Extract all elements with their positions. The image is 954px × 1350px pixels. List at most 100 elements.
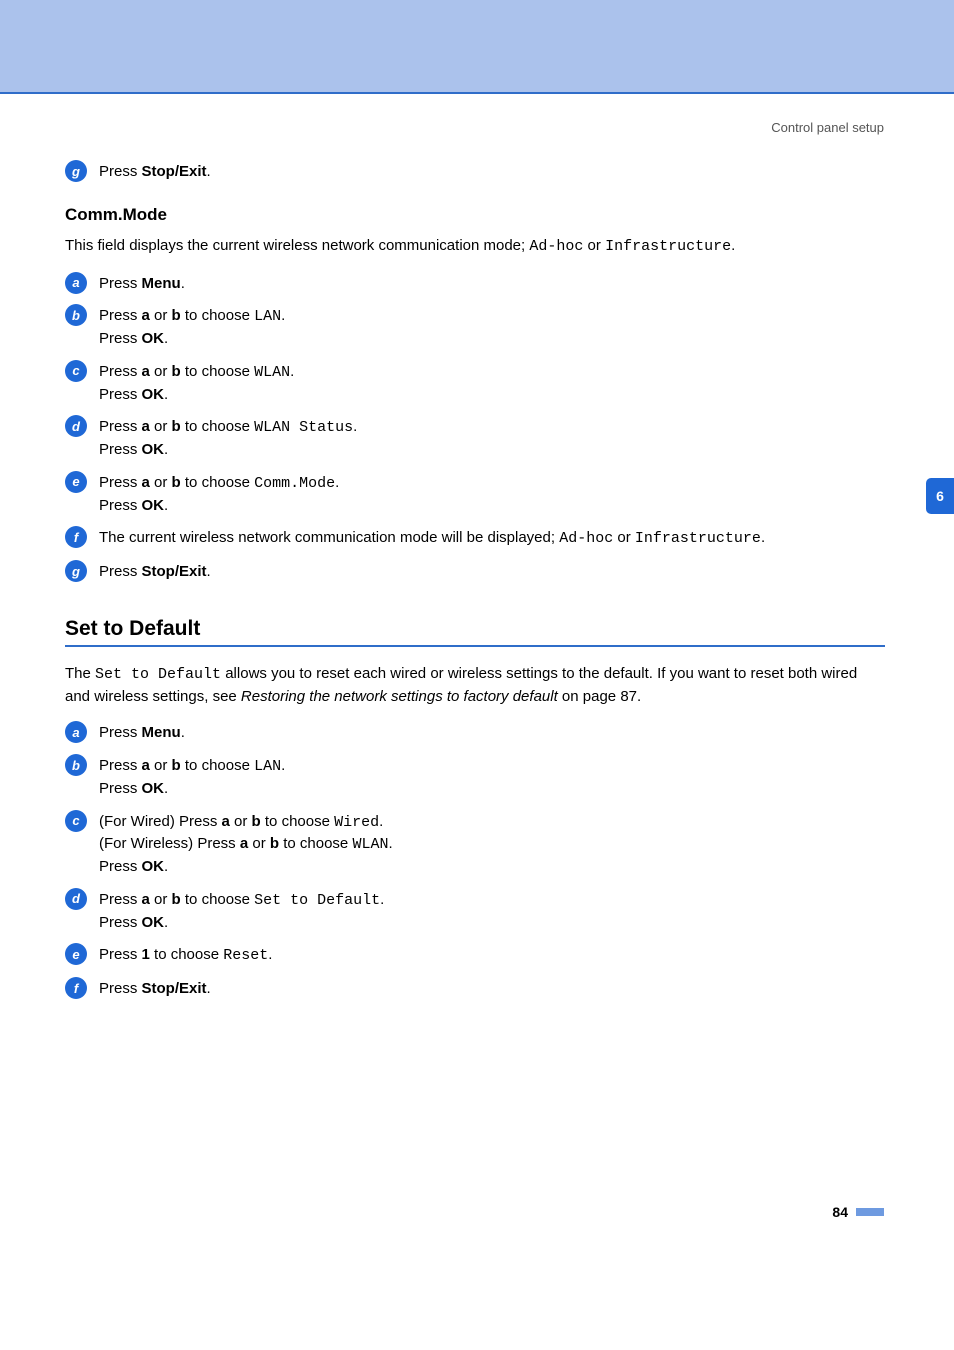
text: Press — [99, 858, 142, 875]
text: . — [207, 980, 211, 997]
step-text: Press Menu. — [99, 272, 885, 295]
up-arrow-icon: a — [142, 474, 150, 491]
text: or — [150, 307, 172, 324]
up-arrow-icon: a — [142, 418, 150, 435]
mono-text: Infrastructure — [635, 530, 761, 547]
step-badge: f — [65, 977, 87, 999]
text: . — [281, 757, 285, 774]
ok-label: OK — [142, 497, 165, 514]
step-badge: a — [65, 721, 87, 743]
text: . — [379, 813, 383, 830]
step-text: Press 1 to choose Reset. — [99, 943, 885, 967]
up-arrow-icon: a — [142, 891, 150, 908]
comm-step-4: d Press a or b to choose WLAN Status. Pr… — [65, 415, 885, 461]
xref-link[interactable]: Restoring the network settings to factor… — [241, 688, 558, 705]
text: to choose — [181, 474, 254, 491]
mono-text: Set to Default — [95, 666, 221, 683]
text: to choose — [150, 946, 223, 963]
text: . — [181, 275, 185, 292]
text: . — [164, 780, 168, 797]
text: Press — [99, 891, 142, 908]
default-step-4: d Press a or b to choose Set to Default.… — [65, 888, 885, 934]
text: or — [248, 835, 270, 852]
step-text: The current wireless network communicati… — [99, 526, 885, 550]
step-prev-7: g Press Stop/Exit. — [65, 160, 885, 183]
heading-comm-mode: Comm.Mode — [65, 205, 885, 225]
step-badge: d — [65, 888, 87, 910]
step-text: Press a or b to choose Comm.Mode. Press … — [99, 471, 885, 517]
text: The current wireless network communicati… — [99, 529, 559, 546]
text: . — [335, 474, 339, 491]
text: . — [164, 497, 168, 514]
text: to choose — [181, 307, 254, 324]
stop-exit-label: Stop/Exit — [142, 563, 207, 580]
text: . — [164, 858, 168, 875]
text: Press — [99, 474, 142, 491]
text: Press — [99, 724, 142, 741]
down-arrow-icon: b — [172, 307, 181, 324]
mono-text: Reset — [223, 947, 268, 964]
mono-text: WLAN Status — [254, 419, 353, 436]
mono-text: LAN — [254, 758, 281, 775]
text: to choose — [181, 418, 254, 435]
default-step-2: b Press a or b to choose LAN. Press OK. — [65, 754, 885, 800]
text: . — [353, 418, 357, 435]
mono-text: Wired — [334, 814, 379, 831]
down-arrow-icon: b — [172, 891, 181, 908]
heading-set-default: Set to Default — [65, 617, 885, 641]
text: (For Wired) Press — [99, 813, 222, 830]
down-arrow-icon: b — [270, 835, 279, 852]
mono-text: Ad-hoc — [559, 530, 613, 547]
text: Press — [99, 307, 142, 324]
content: g Press Stop/Exit. Comm.Mode This field … — [65, 160, 885, 1010]
default-step-3: c (For Wired) Press a or b to choose Wir… — [65, 810, 885, 878]
up-arrow-icon: a — [222, 813, 230, 830]
step-badge: f — [65, 526, 87, 548]
text: . — [290, 363, 294, 380]
ok-label: OK — [142, 441, 165, 458]
step-text: Press Stop/Exit. — [99, 160, 885, 183]
default-step-1: a Press Menu. — [65, 721, 885, 744]
ok-label: OK — [142, 858, 165, 875]
text: . — [731, 237, 735, 254]
comm-step-5: e Press a or b to choose Comm.Mode. Pres… — [65, 471, 885, 517]
page: Control panel setup 6 g Press Stop/Exit.… — [0, 0, 954, 1350]
text: . — [181, 724, 185, 741]
step-text: Press a or b to choose WLAN Status. Pres… — [99, 415, 885, 461]
menu-label: Menu — [142, 275, 181, 292]
up-arrow-icon: a — [142, 307, 150, 324]
text: . — [281, 307, 285, 324]
comm-step-2: b Press a or b to choose LAN. Press OK. — [65, 304, 885, 350]
text: . — [207, 163, 211, 180]
step-badge: c — [65, 810, 87, 832]
text: to choose — [181, 363, 254, 380]
ok-label: OK — [142, 386, 165, 403]
text: on page 87. — [558, 688, 641, 705]
step-text: Press Stop/Exit. — [99, 560, 885, 583]
text: or — [613, 529, 635, 546]
comm-mode-intro: This field displays the current wireless… — [65, 235, 885, 258]
default-step-5: e Press 1 to choose Reset. — [65, 943, 885, 967]
text: This field displays the current wireless… — [65, 237, 529, 254]
stop-exit-label: Stop/Exit — [142, 980, 207, 997]
text: . — [268, 946, 272, 963]
heading-rule — [65, 645, 885, 647]
text: to choose — [181, 891, 254, 908]
mono-text: Infrastructure — [605, 238, 731, 255]
down-arrow-icon: b — [172, 757, 181, 774]
text: to choose — [261, 813, 334, 830]
text: Press — [99, 914, 142, 931]
step-badge: d — [65, 415, 87, 437]
menu-label: Menu — [142, 724, 181, 741]
text: to choose — [181, 757, 254, 774]
chapter-tab: 6 — [926, 478, 954, 514]
step-text: Press a or b to choose LAN. Press OK. — [99, 754, 885, 800]
text: . — [388, 835, 392, 852]
down-arrow-icon: b — [172, 363, 181, 380]
step-badge: e — [65, 943, 87, 965]
step-badge: b — [65, 754, 87, 776]
comm-step-6: f The current wireless network communica… — [65, 526, 885, 550]
up-arrow-icon: a — [142, 757, 150, 774]
text: Press — [99, 757, 142, 774]
text: or — [150, 418, 172, 435]
